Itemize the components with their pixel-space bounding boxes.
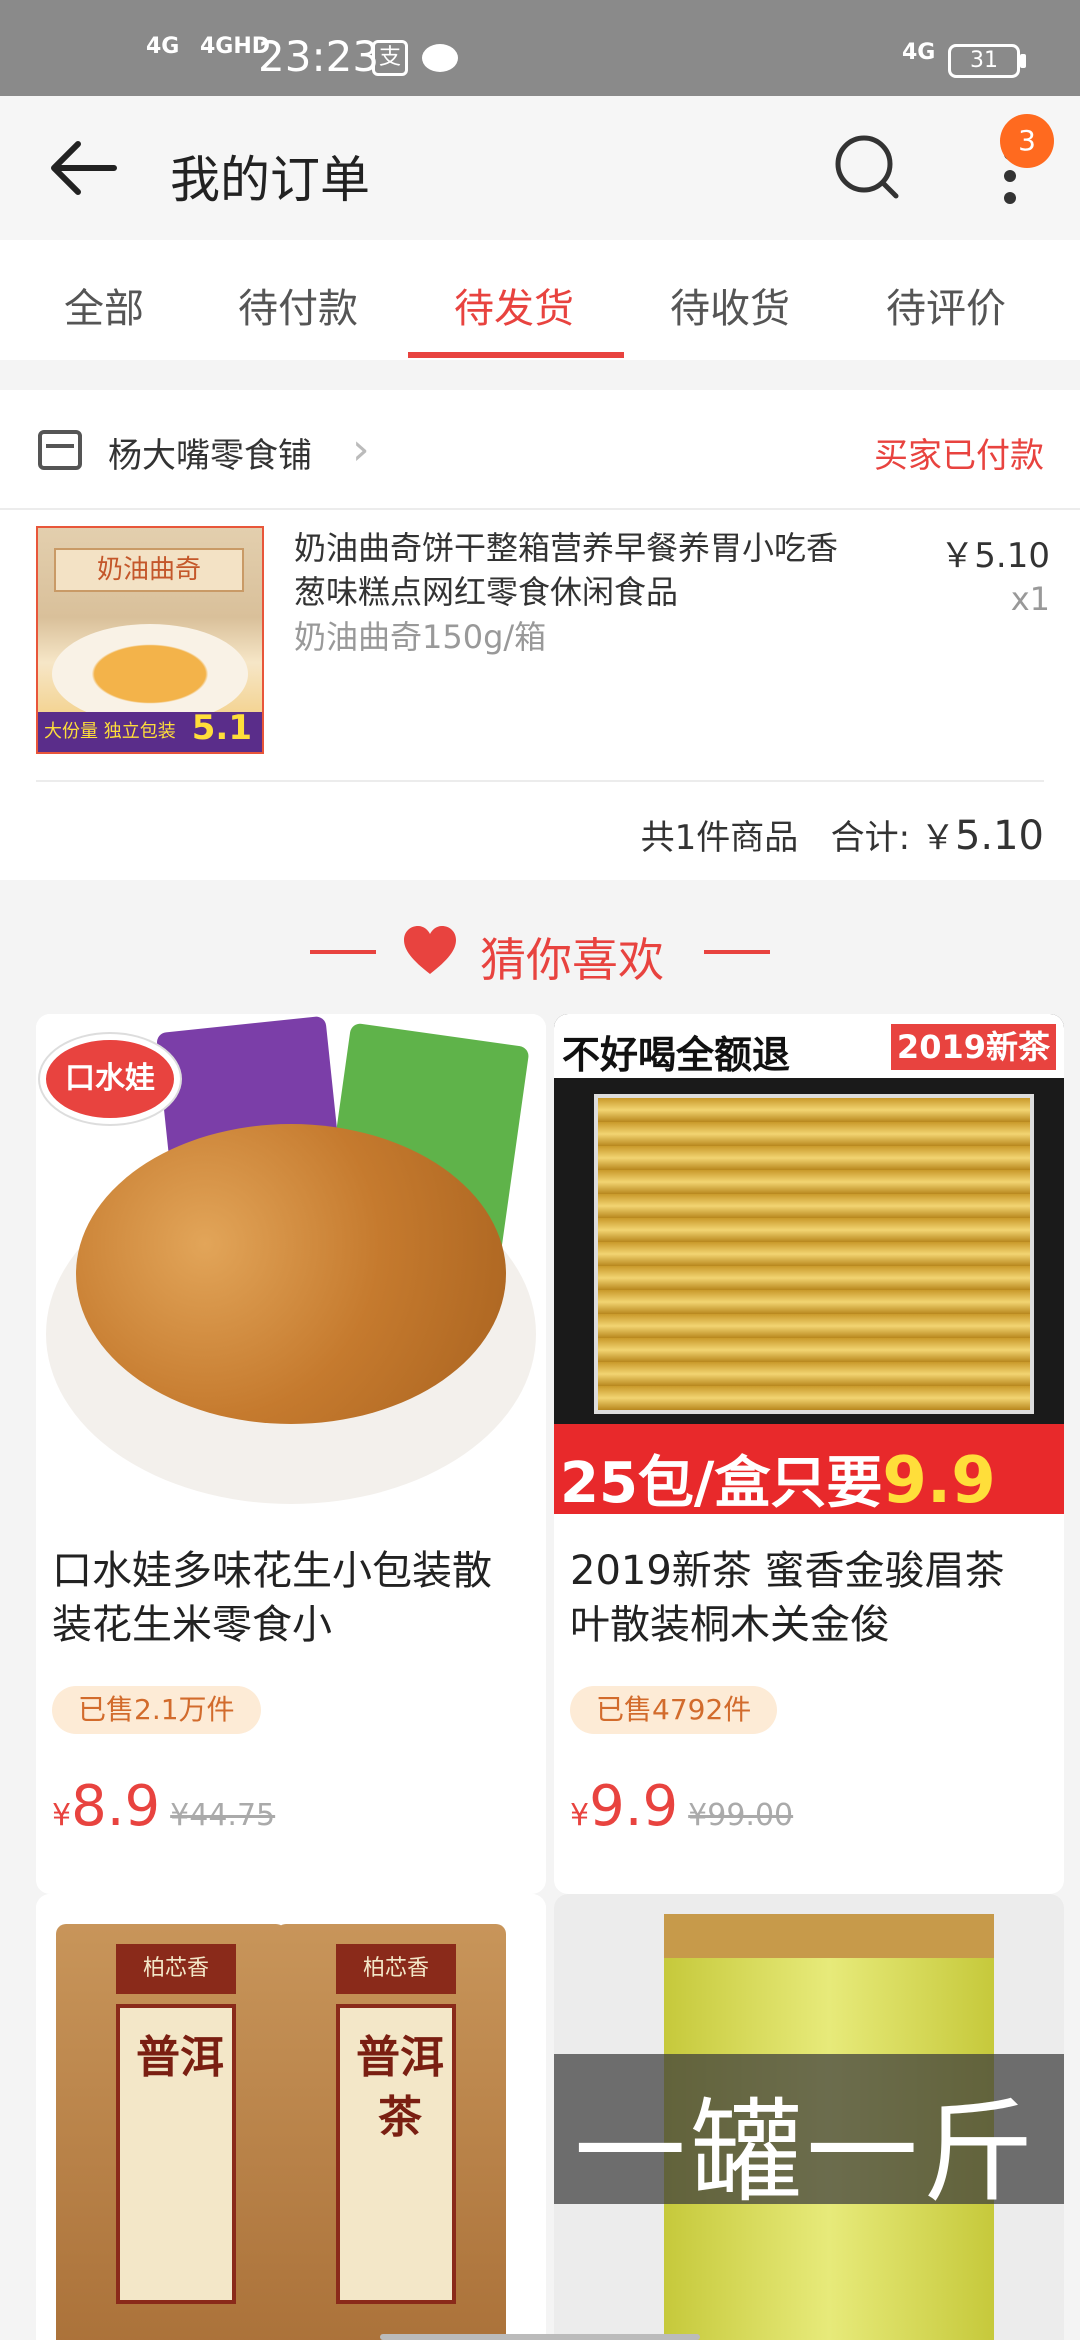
- product-price: ￥5.10: [940, 536, 1050, 576]
- product-title[interactable]: 2019新茶 蜜香金骏眉茶叶散装桐木关金俊: [570, 1544, 1040, 1652]
- item-count: 共1件商品: [640, 818, 799, 858]
- tea-label-text: 普洱茶: [356, 2032, 444, 2143]
- product-card[interactable]: 柏芯香 柏芯香 普洱 普洱茶: [36, 1894, 546, 2340]
- divider-line: [704, 950, 770, 954]
- price-value: 8.9: [71, 1774, 161, 1839]
- image-banner-tag: 2019新茶: [890, 1024, 1056, 1070]
- network-indicator: 4G: [902, 40, 936, 65]
- chat-bubble-icon: [422, 44, 458, 72]
- shop-row[interactable]: 杨大嘴零食铺 › 买家已付款: [0, 390, 1080, 510]
- battery-tip: [1020, 54, 1026, 68]
- total-label: 合计: ￥: [830, 818, 955, 858]
- peanut-pile: [76, 1124, 506, 1424]
- product-image[interactable]: 口水娃: [36, 1014, 546, 1514]
- order-tabs: 全部 待付款 待发货 待收货 待评价: [0, 240, 1080, 360]
- sold-count-badge: 已售2.1万件: [52, 1686, 261, 1734]
- heart-icon: [404, 926, 456, 974]
- product-title[interactable]: 口水娃多味花生小包装散装花生米零食小: [52, 1544, 522, 1652]
- chevron-right-icon: ›: [352, 424, 370, 475]
- brand-logo: 口水娃: [40, 1034, 180, 1124]
- sold-count-badge: 已售4792件: [570, 1686, 778, 1734]
- product-price: ¥8.9 ¥44.75: [52, 1774, 275, 1839]
- status-bar: 4G 4GHD 23:23 支 4G 31: [0, 0, 1080, 96]
- active-tab-indicator: [408, 352, 624, 358]
- order-card[interactable]: 杨大嘴零食铺 › 买家已付款 奶油曲奇 大份量 独立包装 5.1 奶油曲奇饼干整…: [0, 390, 1080, 880]
- tea-label: 普洱茶: [336, 2004, 456, 2304]
- home-indicator: [380, 2334, 700, 2340]
- image-banner-text: 不好喝全额退: [562, 1033, 791, 1077]
- image-price-banner: 25包/盒只要9.9: [554, 1424, 1064, 1514]
- recommend-title: 猜你喜欢: [480, 933, 664, 987]
- product-price: ¥9.9 ¥99.00: [570, 1774, 793, 1839]
- search-icon[interactable]: [832, 132, 902, 202]
- app-bar: 我的订单: [0, 96, 1080, 240]
- product-image[interactable]: 一罐一斤: [554, 1894, 1064, 2340]
- image-overlay-text: 一罐一斤: [574, 2088, 1038, 2218]
- image-price-text: 25包/盒只要9.9: [560, 1438, 996, 1514]
- clock: 23:23: [258, 32, 380, 81]
- alipay-icon: 支: [372, 40, 408, 76]
- currency-symbol: ¥: [570, 1798, 590, 1833]
- total-amount: 5.10: [954, 813, 1044, 859]
- divider: [36, 780, 1044, 782]
- tea-box: [594, 1094, 1034, 1414]
- tab-pending-review[interactable]: 待评价: [886, 276, 1006, 334]
- product-image[interactable]: 柏芯香 柏芯香 普洱 普洱茶: [36, 1894, 546, 2340]
- store-icon: [38, 430, 82, 470]
- shop-name[interactable]: 杨大嘴零食铺: [108, 428, 312, 477]
- original-price: ¥44.75: [170, 1798, 276, 1833]
- original-price: ¥99.00: [688, 1798, 794, 1833]
- tab-pending-payment[interactable]: 待付款: [238, 276, 358, 334]
- tab-pending-receipt[interactable]: 待收货: [670, 276, 790, 334]
- notification-badge: 3: [1000, 114, 1054, 168]
- order-status: 买家已付款: [874, 436, 1044, 476]
- tab-pending-shipment[interactable]: 待发货: [454, 276, 574, 334]
- price-value: 9.9: [589, 1774, 679, 1839]
- image-price-label: 25包/盒只要: [560, 1451, 883, 1514]
- product-image[interactable]: 不好喝全额退 2019新茶 25包/盒只要9.9: [554, 1014, 1064, 1514]
- product-thumbnail[interactable]: 奶油曲奇 大份量 独立包装 5.1: [36, 526, 264, 754]
- tea-label: 普洱: [116, 2004, 236, 2304]
- currency-symbol: ¥: [52, 1798, 72, 1833]
- product-quantity: x1: [1010, 580, 1050, 618]
- tab-all[interactable]: 全部: [64, 276, 144, 334]
- order-total: 共1件商品 合计: ￥5.10: [641, 810, 1044, 859]
- thumb-box-title: 奶油曲奇: [54, 548, 244, 592]
- divider-line: [310, 950, 376, 954]
- product-title[interactable]: 奶油曲奇饼干整箱营养早餐养胃小吃香葱味糕点网红零食休闲食品: [294, 526, 854, 614]
- page-title: 我的订单: [170, 151, 370, 209]
- image-price-value: 9.9: [882, 1444, 996, 1514]
- product-card[interactable]: 不好喝全额退 2019新茶 25包/盒只要9.9 2019新茶 蜜香金骏眉茶叶散…: [554, 1014, 1064, 1894]
- recommend-header: 猜你喜欢: [0, 916, 1080, 987]
- thumb-price-tag: 5.1: [191, 708, 252, 748]
- product-card[interactable]: 一罐一斤: [554, 1894, 1064, 2340]
- brand-label: 柏芯香: [116, 1944, 236, 1994]
- signal-indicator-1: 4G: [146, 34, 180, 59]
- battery-icon: 31: [948, 44, 1020, 78]
- product-card[interactable]: 口水娃 口水娃多味花生小包装散装花生米零食小 已售2.1万件 ¥8.9 ¥44.7…: [36, 1014, 546, 1894]
- tea-label-text: 普洱: [136, 2032, 224, 2083]
- back-arrow-icon[interactable]: [48, 140, 118, 196]
- product-sku: 奶油曲奇150g/箱: [294, 618, 547, 656]
- brand-label: 柏芯香: [336, 1944, 456, 1994]
